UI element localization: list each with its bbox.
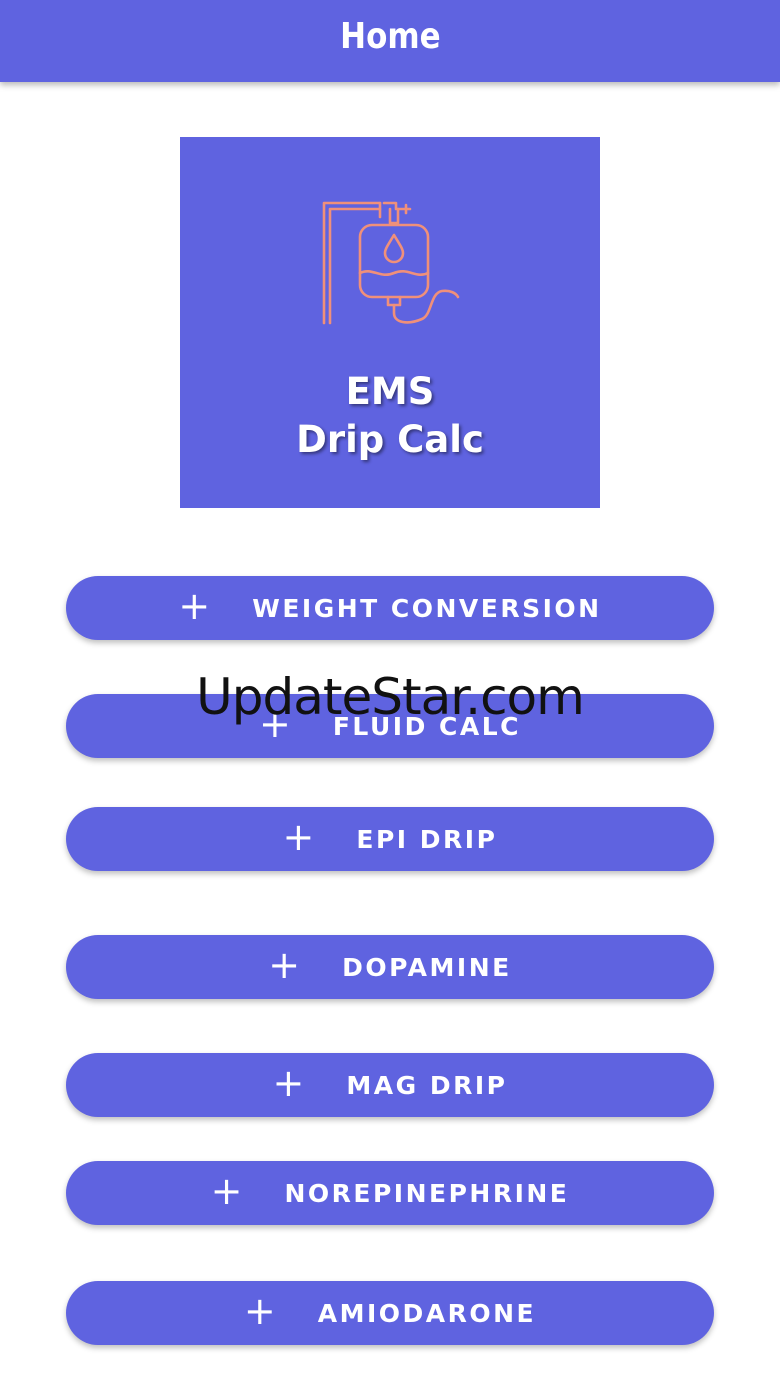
button-label: AMIODARONE xyxy=(317,1298,537,1328)
plus-icon: + xyxy=(268,943,301,987)
amiodarone-button[interactable]: + AMIODARONE xyxy=(66,1281,714,1345)
norepinephrine-button[interactable]: + NOREPINEPHRINE xyxy=(66,1161,714,1225)
plus-icon: + xyxy=(259,702,291,746)
logo-title-line-1: EMS xyxy=(345,370,435,413)
weight-conversion-button[interactable]: + WEIGHT CONVERSION xyxy=(66,576,714,640)
plus-icon: + xyxy=(243,1289,276,1333)
button-label: DOPAMINE xyxy=(342,952,512,982)
plus-icon: + xyxy=(210,1169,243,1213)
app-logo: EMS Drip Calc xyxy=(180,137,600,508)
dopamine-button[interactable]: + DOPAMINE xyxy=(66,935,714,999)
button-label: NOREPINEPHRINE xyxy=(284,1178,570,1208)
plus-icon: + xyxy=(272,1061,305,1105)
mag-drip-button[interactable]: + MAG DRIP xyxy=(66,1053,714,1117)
logo-title-line-2: Drip Calc xyxy=(296,418,484,461)
page-title: Home xyxy=(339,15,441,57)
button-label: EPI DRIP xyxy=(356,824,498,854)
epi-drip-button[interactable]: + EPI DRIP xyxy=(66,807,714,871)
iv-bag-icon xyxy=(322,201,460,325)
button-label: MAG DRIP xyxy=(346,1070,508,1100)
plus-icon: + xyxy=(282,815,315,859)
plus-icon: + xyxy=(178,584,211,628)
button-label: FLUID CALC xyxy=(332,711,521,741)
app-bar: Home xyxy=(0,0,780,82)
fluid-calc-button[interactable]: + FLUID CALC xyxy=(66,694,714,758)
button-label: WEIGHT CONVERSION xyxy=(252,593,602,623)
